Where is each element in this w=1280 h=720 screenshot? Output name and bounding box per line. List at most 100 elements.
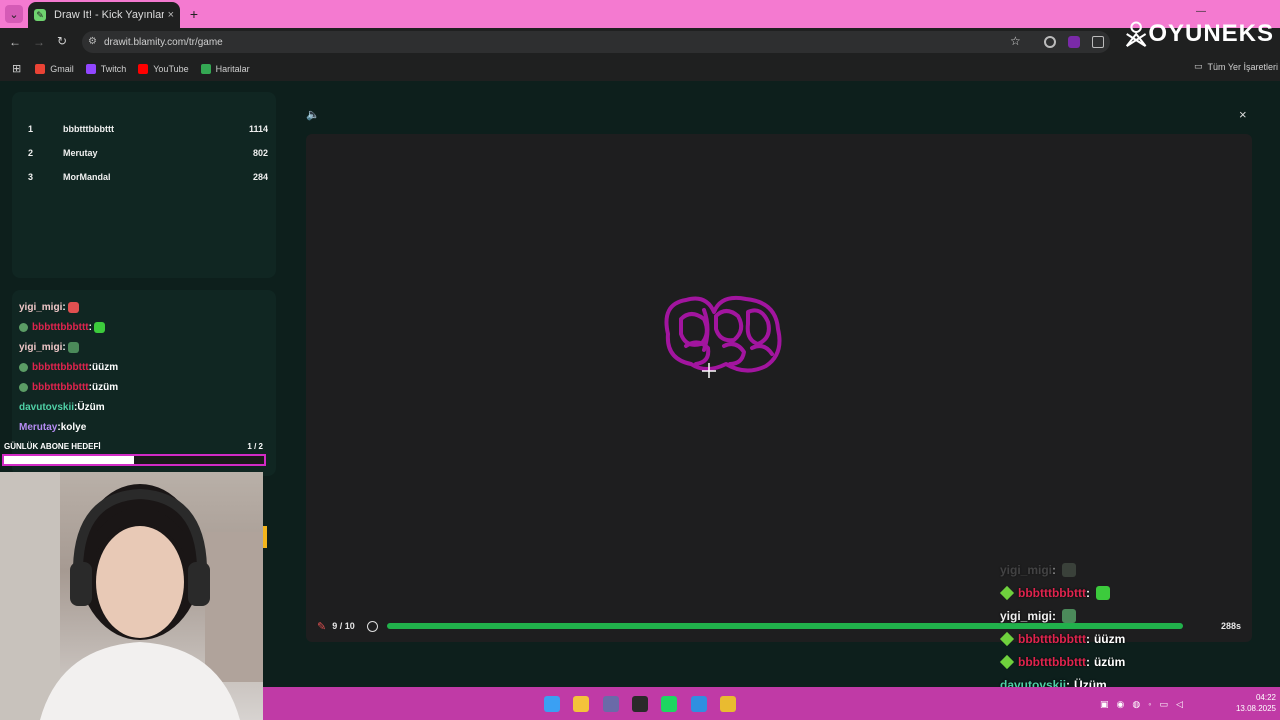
bookmark-star-icon[interactable]: ☆	[1010, 34, 1021, 48]
leaderboard-name: Merutay	[63, 148, 98, 158]
tray-app-icon[interactable]: ▣	[1100, 699, 1109, 710]
crosshair-cursor-icon	[702, 363, 716, 378]
chrome-icon[interactable]	[719, 696, 736, 712]
leaderboard-name: MorMandal	[63, 172, 111, 182]
spotify-icon[interactable]	[661, 696, 678, 712]
chat-username: bbbtttbbbttt	[32, 322, 89, 333]
bookmark-label: YouTube	[153, 63, 189, 74]
leaderboard-score: 802	[252, 148, 268, 158]
mascot-logo-icon	[1125, 21, 1147, 48]
bookmark-label: Gmail	[50, 63, 74, 74]
extensions-puzzle-icon[interactable]	[1092, 36, 1104, 48]
bookmark-twitch[interactable]: Twitch	[85, 63, 127, 74]
chat-text: üüzm	[1093, 632, 1126, 646]
back-icon[interactable]: ←	[9, 35, 21, 49]
drawing-canvas[interactable]	[306, 134, 1252, 642]
chat-username: yigi_migi	[19, 302, 63, 313]
pencil-icon: ✎	[317, 620, 327, 633]
chat-username: yigi_migi	[1000, 609, 1053, 623]
chat-emote-icon	[93, 322, 105, 333]
forward-icon[interactable]: →	[33, 35, 45, 49]
chat-emote-icon	[1095, 586, 1110, 600]
chat-username: bbbtttbbbttt	[1018, 632, 1086, 646]
windows-start-icon[interactable]	[544, 696, 560, 712]
oyuneks-watermark: OYUNEKS	[1124, 14, 1274, 54]
leaderboard-rank: 2	[28, 148, 34, 158]
all-bookmarks-label: Tüm Yer İşaretleri	[1207, 61, 1279, 72]
url-bar[interactable]: drawit.blamity.com/tr/game	[82, 31, 1088, 53]
file-explorer-icon[interactable]	[573, 696, 590, 712]
tab-close-icon[interactable]: ×	[168, 9, 174, 21]
bookmark-list: Gmail Twitch YouTube Haritalar	[35, 63, 261, 74]
user-badge-icon	[19, 383, 28, 392]
bookmark-gmail[interactable]: Gmail	[35, 63, 74, 74]
leaderboard-row: 3 MorMandal 284	[28, 172, 268, 188]
chat-message: yigi_migi :	[1000, 563, 1077, 577]
time-remaining: 288s	[1221, 621, 1242, 631]
chat-emote-icon	[67, 342, 79, 353]
time-progress-track	[387, 623, 1183, 629]
chat-emote-icon	[1062, 609, 1077, 623]
leaderboard-row: 1 bbbtttbbbttt 1114	[28, 124, 268, 140]
chat-message: bbbtttbbbttt:	[19, 322, 105, 333]
chat-separator: :	[1085, 586, 1090, 600]
bookmark-label: Haritalar	[215, 63, 250, 74]
time-progress-fill	[387, 623, 1183, 629]
chat-separator: :	[1052, 563, 1057, 577]
chat-message: davutovskii: Üzüm	[19, 402, 105, 413]
drawing-sketch	[664, 295, 782, 378]
close-game-icon[interactable]: ×	[1239, 107, 1251, 122]
chat-text: üüzm	[91, 362, 119, 373]
user-badge-icon	[999, 631, 1015, 647]
bookmark-label: Twitch	[100, 63, 127, 74]
tab-title: Draw It! - Kick Yayınları İçin Çizim	[54, 9, 164, 21]
leaderboard-panel: 1 bbbtttbbbttt 1114 2 Merutay 802 3 MorMandal 28…	[12, 92, 276, 278]
display-icon[interactable]: ▭	[1159, 699, 1168, 710]
chat-separator: :	[88, 322, 92, 333]
youtube-icon	[138, 63, 149, 74]
leaderboard-row: 2 Merutay 802	[28, 148, 268, 164]
network-icon[interactable]: ◍	[1132, 699, 1140, 710]
sub-goal-progress-bar	[2, 454, 266, 466]
system-tray: ▣ ◉ ◍ ◦ ▭ ◁	[1100, 699, 1183, 710]
browser-tab[interactable]: ✎ Draw It! - Kick Yayınları İçin Çizim ×	[28, 2, 180, 28]
chat-username: davutovskii	[19, 402, 75, 413]
chat-message: yigi_migi:	[19, 342, 79, 353]
new-tab-button[interactable]: +	[185, 5, 203, 23]
chat-message: bbbtttbbbttt : üzüm	[999, 654, 1125, 670]
chat-separator: :	[1085, 632, 1090, 646]
reload-icon[interactable]: ↻	[57, 34, 67, 48]
chat-message: yigi_migi:	[19, 302, 79, 313]
leaderboard-score: 1114	[248, 124, 268, 134]
volume-icon[interactable]: ◁	[1176, 699, 1183, 710]
leaderboard-name: bbbtttbbbttt	[63, 124, 114, 134]
bookmark-youtube[interactable]: YouTube	[138, 63, 189, 74]
chat-message: Merutay: kolye	[19, 422, 86, 433]
sound-toggle-icon[interactable]: 🔈	[306, 108, 320, 121]
settings-app-icon[interactable]	[602, 696, 619, 712]
extension-glasses-icon[interactable]	[1044, 36, 1056, 48]
site-info-icon[interactable]: ⚙	[88, 36, 97, 47]
tab-search-icon[interactable]: ⌄	[5, 5, 23, 23]
user-badge-icon	[999, 585, 1015, 601]
apps-grid-icon[interactable]: ⊞	[12, 62, 21, 75]
user-badge-icon	[19, 323, 28, 332]
leaderboard-rank: 3	[28, 172, 34, 182]
obs-icon[interactable]	[631, 696, 648, 712]
chat-separator: :	[1085, 655, 1090, 669]
sub-goal-header: GÜNLÜK ABONE HEDEFİ 1 / 2	[4, 442, 266, 454]
haritalar-icon	[200, 63, 211, 74]
app-icon[interactable]	[690, 696, 707, 712]
chat-message: bbbtttbbbttt :	[999, 585, 1110, 601]
bookmark-haritalar[interactable]: Haritalar	[200, 63, 250, 74]
chat-message: bbbtttbbbttt: üüzm	[19, 362, 118, 373]
user-badge-icon	[19, 363, 28, 372]
extension-purple-icon[interactable]	[1068, 36, 1080, 48]
chat-message: bbbtttbbbttt : üüzm	[999, 631, 1126, 647]
chat-username: yigi_migi	[1000, 563, 1053, 577]
all-bookmarks-button[interactable]: ▭ Tüm Yer İşaretleri	[1194, 61, 1278, 72]
steam-icon[interactable]: ◉	[1117, 699, 1125, 710]
clock-date: 13.08.2025	[1235, 704, 1276, 713]
taskbar-clock[interactable]: 04:22 13.08.2025	[1224, 692, 1276, 714]
mic-icon[interactable]: ◦	[1148, 699, 1151, 710]
